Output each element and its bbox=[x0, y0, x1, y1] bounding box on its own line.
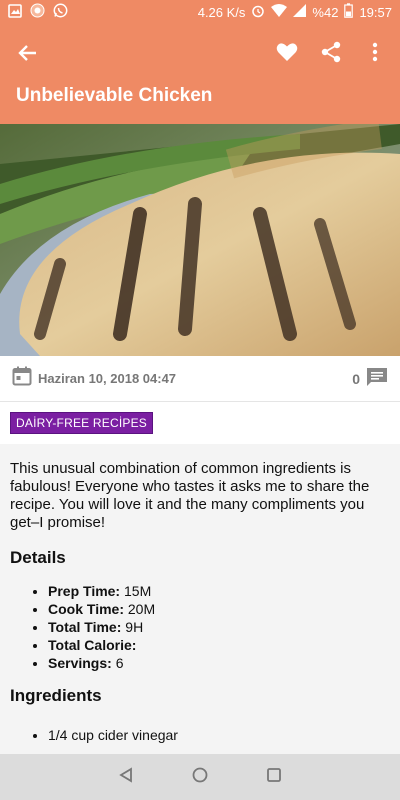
favorite-button[interactable] bbox=[272, 37, 302, 67]
share-icon bbox=[321, 41, 341, 63]
recipe-meta-row: Haziran 10, 2018 04:47 0 bbox=[0, 356, 400, 402]
details-heading: Details bbox=[10, 548, 66, 567]
battery-icon bbox=[344, 3, 354, 21]
wifi-icon bbox=[271, 4, 288, 20]
app-toolbar: Unbelievable Chicken bbox=[0, 24, 400, 124]
calendar-icon bbox=[12, 366, 32, 391]
status-bar: 4.26 K/s %42 19:57 bbox=[0, 0, 400, 24]
back-arrow-icon bbox=[18, 45, 36, 61]
network-speed: 4.26 K/s bbox=[197, 4, 246, 20]
ingredient-item: 1/4 cup cider vinegar bbox=[48, 726, 390, 744]
recipe-description: This unusual combination of common ingre… bbox=[10, 460, 370, 531]
app-notification-icon bbox=[30, 3, 45, 21]
image-notification-icon bbox=[8, 3, 22, 21]
clock: 19:57 bbox=[359, 4, 392, 20]
comment-count: 0 bbox=[352, 370, 360, 387]
detail-cook-time: Cook Time: 20M bbox=[48, 600, 390, 618]
recipe-content: This unusual combination of common ingre… bbox=[0, 444, 400, 754]
comments-button[interactable]: 0 bbox=[352, 367, 388, 390]
system-nav-bar bbox=[0, 754, 400, 800]
nav-recents-button[interactable] bbox=[266, 767, 282, 788]
recipe-title: Unbelievable Chicken bbox=[16, 85, 213, 106]
detail-total-calorie: Total Calorie: bbox=[48, 636, 390, 654]
square-recents-icon bbox=[267, 767, 281, 782]
nav-home-button[interactable] bbox=[192, 767, 208, 788]
ingredients-heading: Ingredients bbox=[10, 686, 102, 705]
more-vert-icon bbox=[372, 42, 378, 62]
nav-back-button[interactable] bbox=[118, 766, 134, 788]
heart-icon bbox=[276, 43, 298, 61]
cell-signal-icon bbox=[293, 4, 307, 20]
back-button[interactable] bbox=[14, 39, 42, 67]
triangle-back-icon bbox=[119, 766, 132, 783]
detail-servings: Servings: 6 bbox=[48, 654, 390, 672]
category-badge[interactable]: DAİRY-FREE RECİPES bbox=[10, 412, 153, 434]
details-list: Prep Time: 15M Cook Time: 20M Total Time… bbox=[10, 582, 390, 672]
ingredients-list: 1/4 cup cider vinegar bbox=[10, 726, 390, 744]
alarm-icon bbox=[251, 4, 265, 21]
category-area: DAİRY-FREE RECİPES bbox=[0, 402, 400, 444]
comment-icon bbox=[366, 367, 388, 390]
share-button[interactable] bbox=[316, 37, 346, 67]
battery-level: %42 bbox=[312, 4, 339, 20]
circle-home-icon bbox=[192, 767, 208, 782]
detail-total-time: Total Time: 9H bbox=[48, 618, 390, 636]
publish-date: Haziran 10, 2018 04:47 bbox=[38, 371, 177, 386]
more-options-button[interactable] bbox=[360, 37, 390, 67]
recipe-image[interactable] bbox=[0, 124, 400, 356]
whatsapp-icon bbox=[53, 3, 68, 21]
detail-prep-time: Prep Time: 15M bbox=[48, 582, 390, 600]
